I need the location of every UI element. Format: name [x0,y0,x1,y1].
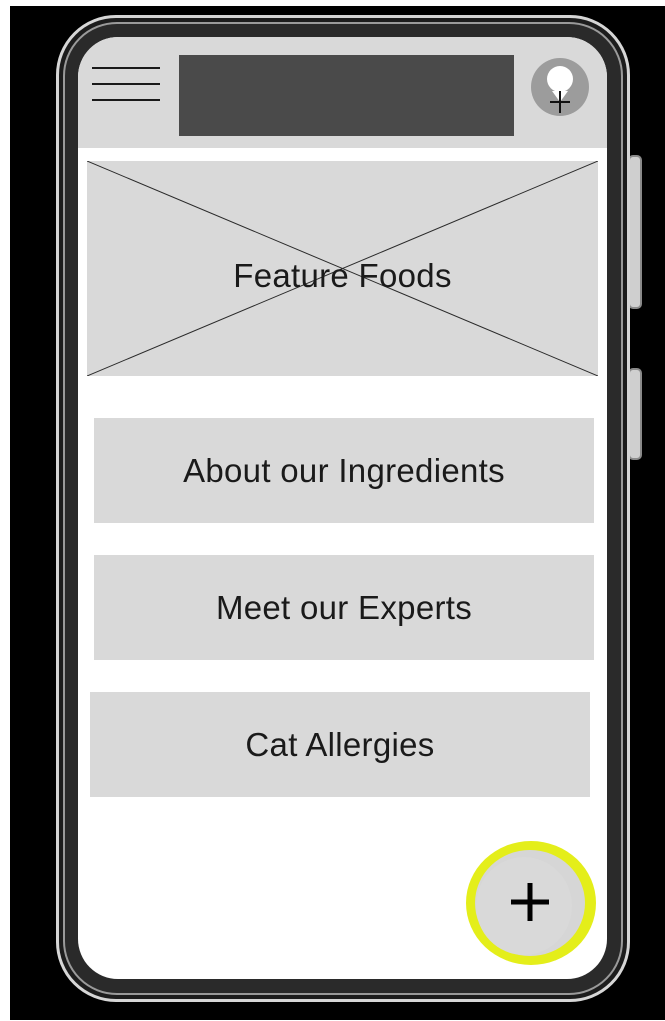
side-button-lower [628,368,642,460]
hero-title: Feature Foods [233,257,452,294]
hamburger-menu-icon[interactable] [92,67,160,103]
menu-item-experts[interactable]: Meet our Experts [94,555,594,660]
app-header [78,37,607,148]
menu-item-ingredients[interactable]: About our Ingredients [94,418,594,523]
phone-screen: Feature Foods ●●● About our Ingredients … [78,37,607,979]
profile-avatar-icon[interactable] [530,58,590,116]
add-fab-button[interactable] [458,836,596,972]
side-button-upper [628,155,642,309]
menu-item-cat-allergies[interactable]: Cat Allergies [90,692,590,797]
title-placeholder [179,55,514,136]
feature-foods-banner[interactable]: Feature Foods ●●● [87,161,598,497]
